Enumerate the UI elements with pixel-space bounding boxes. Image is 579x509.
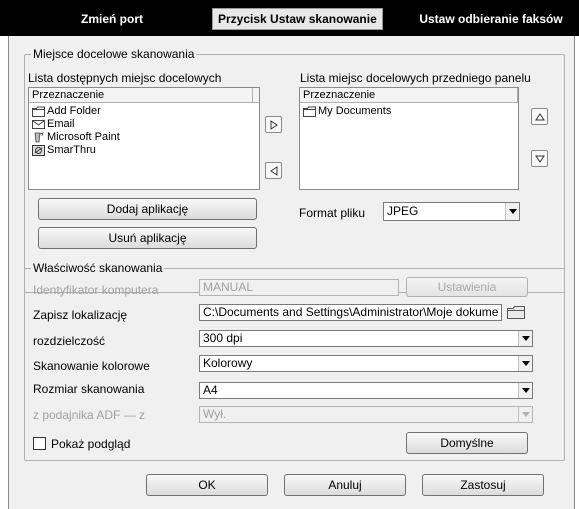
list-item-label: My Documents	[318, 105, 392, 117]
chevron-down-icon	[518, 407, 532, 422]
tab-scan-button-settings[interactable]: Przycisk Ustaw skanowanie	[212, 8, 383, 30]
front-panel-destinations-list[interactable]: Przeznaczenie My Documents	[299, 87, 519, 190]
list-item-label: Add Folder	[47, 105, 101, 117]
adf-value: Wył.	[203, 407, 227, 421]
scan-size-select[interactable]: A4	[199, 382, 533, 399]
envelope-icon	[32, 119, 45, 130]
scan-properties-legend: Właściwość skanowania	[31, 260, 165, 276]
chevron-down-icon	[518, 331, 532, 346]
cancel-button[interactable]: Anuluj	[284, 474, 406, 496]
folder-icon	[303, 106, 316, 117]
list-item[interactable]: Email	[29, 118, 259, 131]
folder-icon[interactable]	[506, 304, 526, 321]
move-right-button[interactable]	[265, 116, 282, 133]
computer-id-field[interactable]: MANUAL	[199, 279, 399, 296]
ok-button[interactable]: OK	[146, 474, 268, 496]
list-item[interactable]: Microsoft Paint	[29, 131, 259, 144]
folder-icon	[32, 106, 45, 117]
list-item[interactable]: My Documents	[300, 105, 518, 118]
file-format-select[interactable]: JPEG	[383, 202, 520, 221]
resolution-value: 300 dpi	[203, 331, 243, 345]
available-list-header-label: Przeznaczenie	[32, 89, 105, 101]
scan-size-value: A4	[203, 383, 218, 397]
move-left-button[interactable]	[265, 162, 282, 179]
move-down-button[interactable]	[531, 150, 548, 167]
list-item-label: Email	[47, 118, 75, 130]
save-location-label: Zapisz lokalizację	[33, 308, 128, 322]
file-format-value: JPEG	[387, 204, 419, 218]
resolution-label: rozdzielczość	[33, 334, 106, 348]
front-panel-destinations-label: Lista miejsc docelowych przedniego panel…	[300, 71, 531, 85]
color-scan-label: Skanowanie kolorowe	[33, 359, 150, 373]
front-list-header-label: Przeznaczenie	[303, 89, 376, 101]
scan-size-label: Rozmiar skanowania	[33, 382, 145, 396]
adf-select[interactable]: Wył.	[199, 406, 533, 423]
color-scan-value: Kolorowy	[203, 356, 253, 370]
show-preview-checkbox[interactable]	[33, 437, 46, 450]
color-scan-select[interactable]: Kolorowy	[199, 355, 533, 372]
available-destinations-list[interactable]: Przeznaczenie Add Folder Email Microsoft…	[28, 87, 260, 190]
available-list-header[interactable]: Przeznaczenie	[29, 88, 259, 103]
tab-fax-receive-settings[interactable]: Ustaw odbieranie faksów	[405, 9, 577, 29]
list-item-label: SmarThru	[47, 144, 96, 156]
apply-button[interactable]: Zastosuj	[422, 474, 544, 496]
tab-bar: Zmień port Przycisk Ustaw skanowanie Ust…	[0, 0, 579, 36]
tab-change-port[interactable]: Zmień port	[62, 9, 162, 29]
save-location-value: C:\Documents and Settings\Administrator\…	[203, 305, 499, 319]
chevron-down-icon	[518, 383, 532, 398]
paint-icon	[32, 132, 45, 143]
save-location-field[interactable]: C:\Documents and Settings\Administrator\…	[199, 304, 502, 321]
move-up-button[interactable]	[531, 108, 548, 125]
list-item[interactable]: Add Folder	[29, 105, 259, 118]
show-preview-label[interactable]: Pokaż podgląd	[51, 437, 130, 451]
front-list-header[interactable]: Przeznaczenie	[300, 88, 518, 103]
smarthru-icon	[32, 145, 45, 156]
settings-button[interactable]: Ustawienia	[406, 277, 528, 297]
computer-id-value: MANUAL	[203, 280, 254, 294]
arrow-up-icon	[534, 112, 545, 120]
remove-application-button[interactable]: Usuń aplikację	[38, 227, 257, 249]
file-format-label: Format pliku	[299, 206, 366, 220]
chevron-down-icon	[518, 356, 532, 371]
list-item[interactable]: SmarThru	[29, 144, 259, 157]
adf-label: z podajnika ADF — z	[33, 408, 146, 422]
resolution-select[interactable]: 300 dpi	[199, 330, 533, 347]
list-item-label: Microsoft Paint	[47, 131, 120, 143]
available-destinations-label: Lista dostępnych miejsc docelowych	[28, 71, 222, 85]
scan-destination-legend: Miejsce docelowe skanowania	[31, 46, 197, 62]
arrow-down-icon	[534, 155, 545, 163]
arrow-right-icon	[270, 119, 278, 130]
chevron-down-icon	[505, 203, 519, 220]
defaults-button[interactable]: Domyślne	[406, 432, 528, 454]
settings-panel: Miejsce docelowe skanowania Lista dostęp…	[8, 36, 575, 509]
arrow-left-icon	[269, 165, 277, 176]
computer-id-label: Identyfikator komputera	[33, 283, 159, 297]
add-application-button[interactable]: Dodaj aplikację	[38, 198, 257, 220]
